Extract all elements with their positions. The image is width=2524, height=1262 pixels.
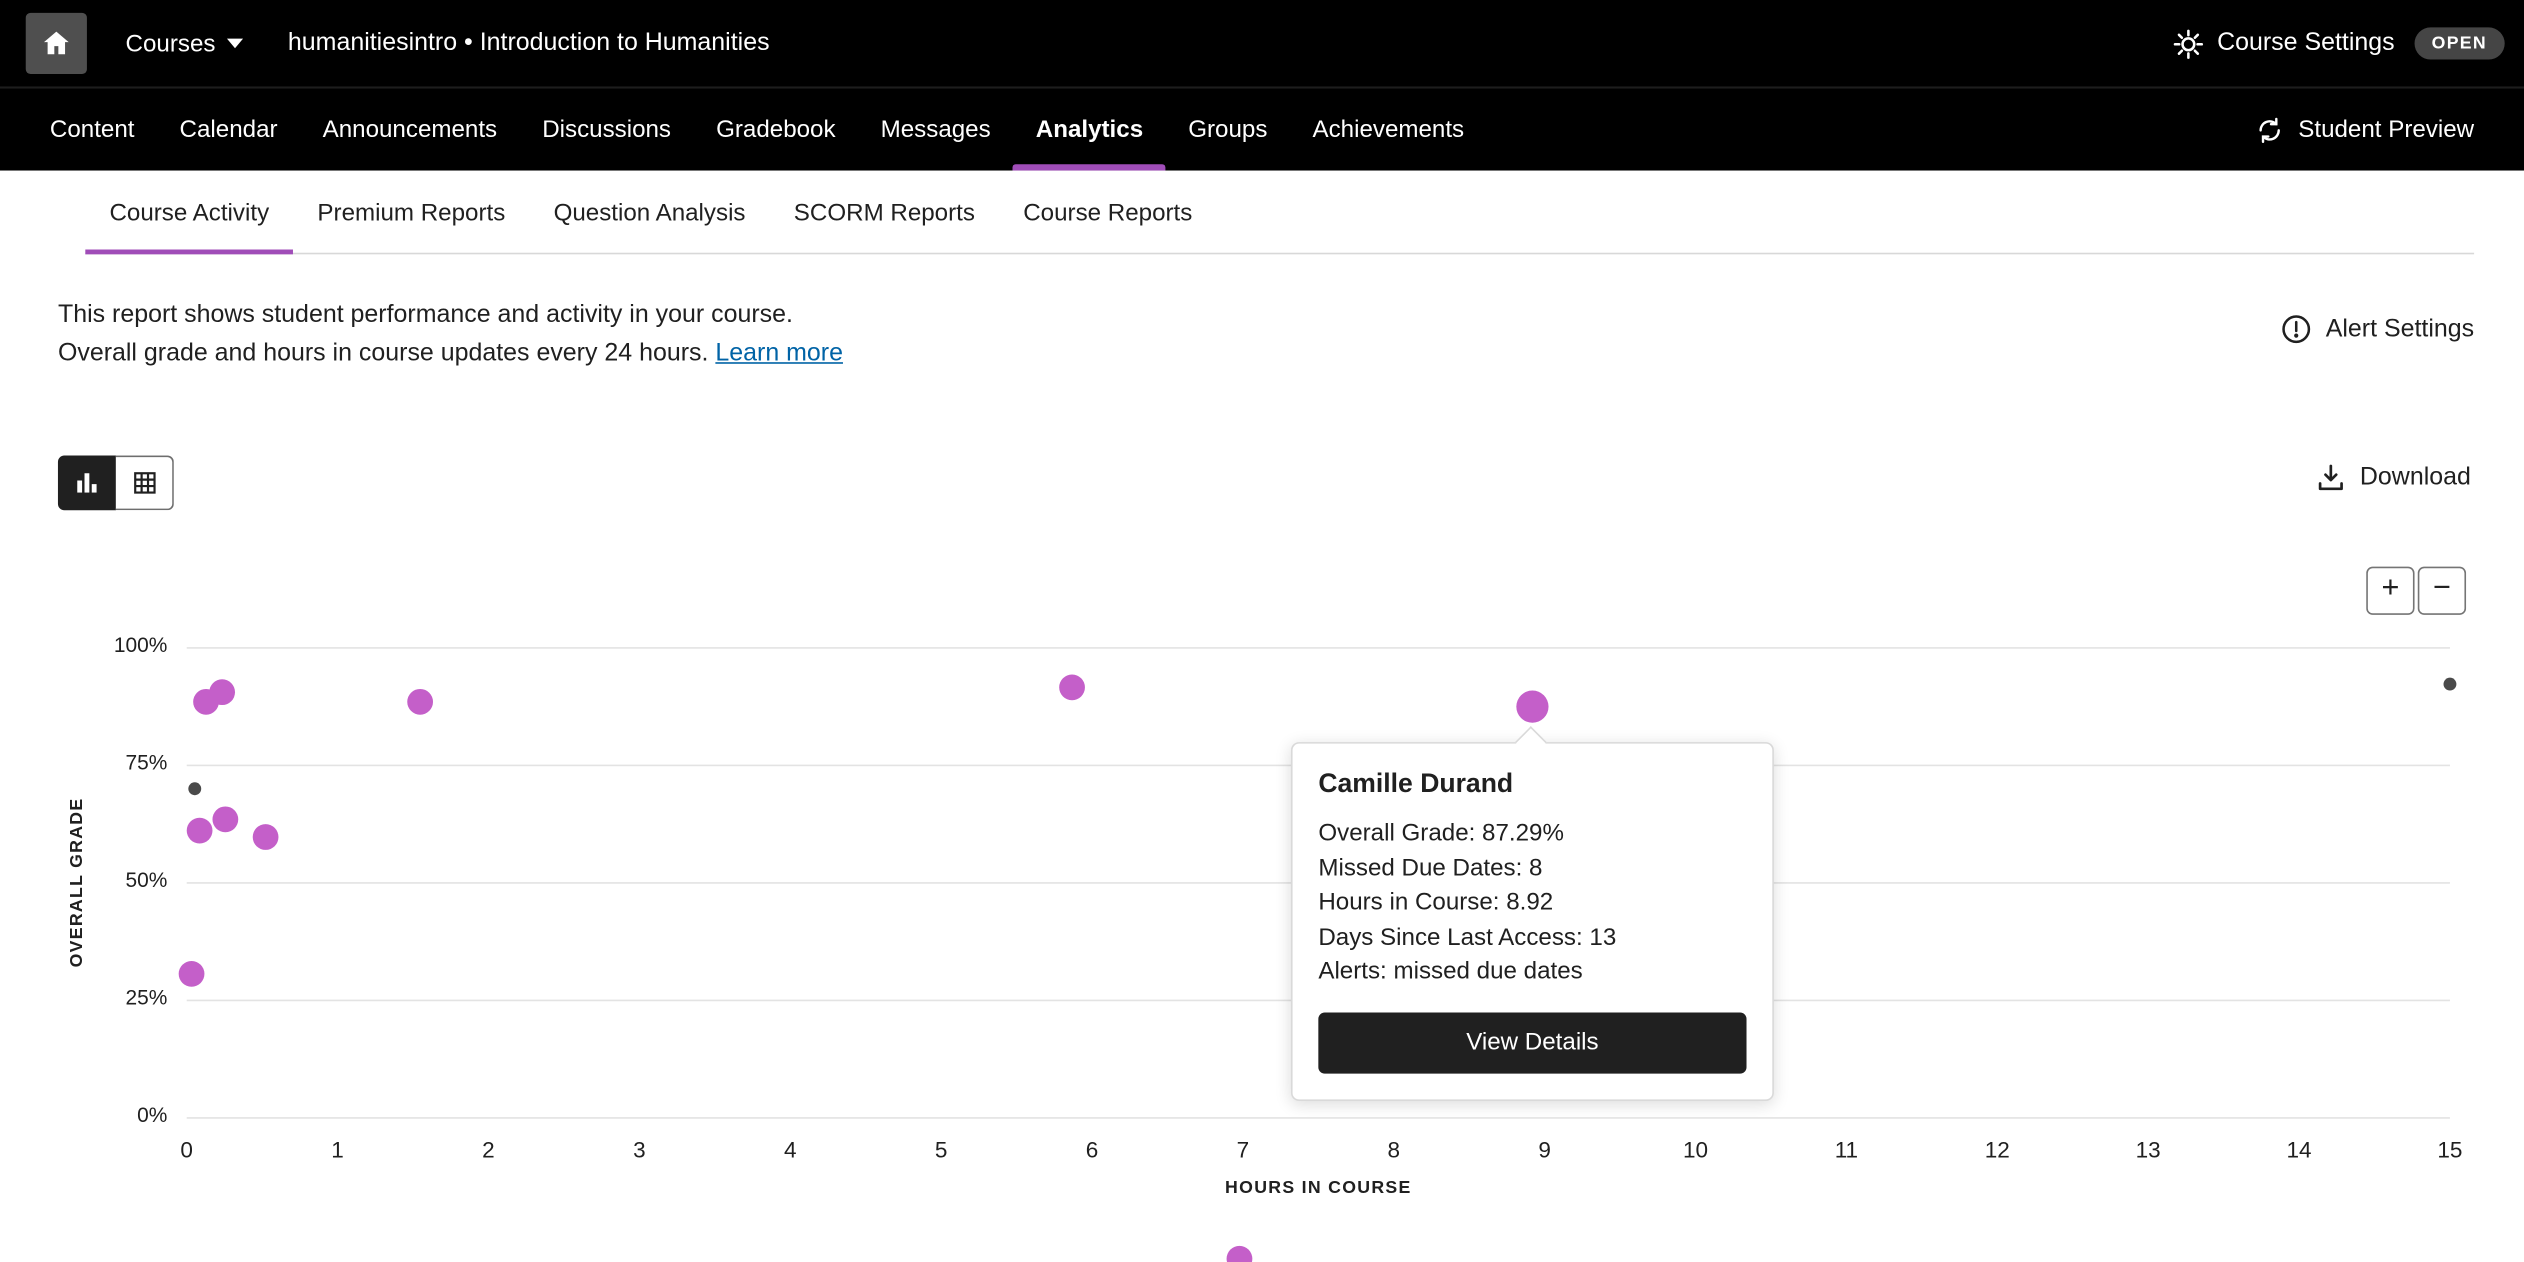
report-description-line1: This report shows student performance an… xyxy=(58,296,843,335)
view-toggle xyxy=(58,456,174,511)
data-point[interactable] xyxy=(1227,1245,1253,1262)
x-tick-label: 5 xyxy=(909,1136,973,1162)
tooltip-stat: Hours in Course: 8.92 xyxy=(1318,885,1746,920)
data-point[interactable] xyxy=(209,679,235,705)
courses-label: Courses xyxy=(126,30,216,57)
subnav-divider xyxy=(85,253,2474,255)
nav-tab-achievements[interactable]: Achievements xyxy=(1290,89,1487,171)
zoom-in-button[interactable]: + xyxy=(2366,567,2414,615)
gridline xyxy=(187,647,2450,649)
bar-chart-icon xyxy=(72,468,101,497)
x-tick-label: 4 xyxy=(758,1136,822,1162)
gear-icon xyxy=(2174,28,2205,59)
top-bar: Courses humanitiesintro • Introduction t… xyxy=(0,0,2524,87)
x-axis-label: HOURS IN COURSE xyxy=(187,1178,2450,1197)
download-icon xyxy=(2315,462,2347,494)
x-tick-label: 14 xyxy=(2267,1136,2331,1162)
subnav-tabs: Course ActivityPremium ReportsQuestion A… xyxy=(0,171,2524,255)
courses-menu-button[interactable]: Courses xyxy=(126,30,243,57)
x-tick-label: 10 xyxy=(1663,1136,1727,1162)
gridline xyxy=(187,1117,2450,1119)
page: Courses humanitiesintro • Introduction t… xyxy=(0,0,2524,1262)
x-tick-label: 3 xyxy=(607,1136,671,1162)
alert-settings-button[interactable]: Alert Settings xyxy=(2279,312,2474,346)
subnav-tab-premium-reports[interactable]: Premium Reports xyxy=(293,171,529,255)
y-tick-label: 50% xyxy=(71,868,168,892)
nav-tab-analytics[interactable]: Analytics xyxy=(1013,89,1165,171)
data-point[interactable] xyxy=(2444,678,2457,691)
y-tick-label: 75% xyxy=(71,750,168,774)
subnav-tab-course-reports[interactable]: Course Reports xyxy=(999,171,1216,255)
x-tick-label: 2 xyxy=(456,1136,520,1162)
data-point[interactable] xyxy=(408,688,434,714)
x-tick-label: 8 xyxy=(1362,1136,1426,1162)
subnav-tab-question-analysis[interactable]: Question Analysis xyxy=(529,171,769,255)
data-point[interactable] xyxy=(187,818,213,844)
nav-tab-content[interactable]: Content xyxy=(27,89,157,171)
y-tick-label: 0% xyxy=(71,1103,168,1127)
nav-tab-gradebook[interactable]: Gradebook xyxy=(694,89,859,171)
data-point[interactable] xyxy=(178,961,204,987)
student-preview-button[interactable]: Student Preview xyxy=(2255,89,2524,171)
subnav-tab-scorm-reports[interactable]: SCORM Reports xyxy=(770,171,999,255)
alert-icon xyxy=(2279,312,2313,346)
chart-view-button[interactable] xyxy=(58,456,116,511)
data-point[interactable] xyxy=(1060,674,1086,700)
nav-tab-messages[interactable]: Messages xyxy=(858,89,1013,171)
report-description-line2: Overall grade and hours in course update… xyxy=(58,335,843,374)
zoom-controls: + − xyxy=(2366,567,2466,615)
alert-settings-label: Alert Settings xyxy=(2326,315,2474,344)
x-tick-label: 9 xyxy=(1512,1136,1576,1162)
view-details-button[interactable]: View Details xyxy=(1318,1012,1746,1073)
home-icon xyxy=(40,27,72,59)
x-tick-label: 15 xyxy=(2418,1136,2482,1162)
tooltip-stat: Days Since Last Access: 13 xyxy=(1318,920,1746,955)
navbar-tabs: ContentCalendarAnnouncementsDiscussionsG… xyxy=(0,89,1487,171)
table-grid-icon xyxy=(130,468,159,497)
download-label: Download xyxy=(2360,464,2471,493)
subnav-tab-course-activity[interactable]: Course Activity xyxy=(85,171,293,255)
x-tick-label: 0 xyxy=(155,1136,219,1162)
x-tick-label: 13 xyxy=(2116,1136,2180,1162)
data-point[interactable] xyxy=(252,825,278,851)
tooltip-lines: Overall Grade: 87.29%Missed Due Dates: 8… xyxy=(1318,816,1746,989)
nav-tab-groups[interactable]: Groups xyxy=(1166,89,1290,171)
tooltip-stat: Overall Grade: 87.29% xyxy=(1318,816,1746,851)
data-point[interactable] xyxy=(188,782,201,795)
x-tick-label: 7 xyxy=(1211,1136,1275,1162)
x-tick-label: 6 xyxy=(1060,1136,1124,1162)
tooltip-stat: Missed Due Dates: 8 xyxy=(1318,851,1746,886)
course-settings-label: Course Settings xyxy=(2217,29,2395,58)
data-point[interactable] xyxy=(213,806,239,832)
report-description: This report shows student performance an… xyxy=(58,296,843,373)
nav-tab-discussions[interactable]: Discussions xyxy=(520,89,694,171)
home-button[interactable] xyxy=(26,13,87,74)
student-preview-label: Student Preview xyxy=(2298,116,2474,143)
data-point-selected[interactable] xyxy=(1516,691,1548,723)
nav-tab-announcements[interactable]: Announcements xyxy=(300,89,520,171)
x-tick-label: 1 xyxy=(305,1136,369,1162)
course-status-badge: OPEN xyxy=(2414,27,2505,59)
course-activity-chart: + − OVERALL GRADE HOURS IN COURSE 0%25%5… xyxy=(0,547,2524,1262)
x-tick-label: 11 xyxy=(1814,1136,1878,1162)
chevron-down-icon xyxy=(227,39,243,49)
analytics-subnav: Course ActivityPremium ReportsQuestion A… xyxy=(0,171,2524,255)
tooltip-stat: Alerts: missed due dates xyxy=(1318,955,1746,990)
table-view-button[interactable] xyxy=(116,456,174,511)
tooltip-student-name: Camille Durand xyxy=(1318,769,1746,800)
breadcrumb: humanitiesintro • Introduction to Humani… xyxy=(288,29,770,58)
course-nav-bar: ContentCalendarAnnouncementsDiscussionsG… xyxy=(0,87,2524,171)
y-tick-label: 100% xyxy=(71,633,168,657)
download-button[interactable]: Download xyxy=(2315,462,2471,494)
course-settings-button[interactable]: Course Settings xyxy=(2174,28,2395,59)
nav-tab-calendar[interactable]: Calendar xyxy=(157,89,300,171)
y-tick-label: 25% xyxy=(71,985,168,1009)
student-tooltip: Camille Durand Overall Grade: 87.29%Miss… xyxy=(1291,742,1774,1100)
learn-more-link[interactable]: Learn more xyxy=(715,340,843,367)
student-preview-icon xyxy=(2255,115,2284,144)
zoom-out-button[interactable]: − xyxy=(2418,567,2466,615)
x-tick-label: 12 xyxy=(1965,1136,2029,1162)
